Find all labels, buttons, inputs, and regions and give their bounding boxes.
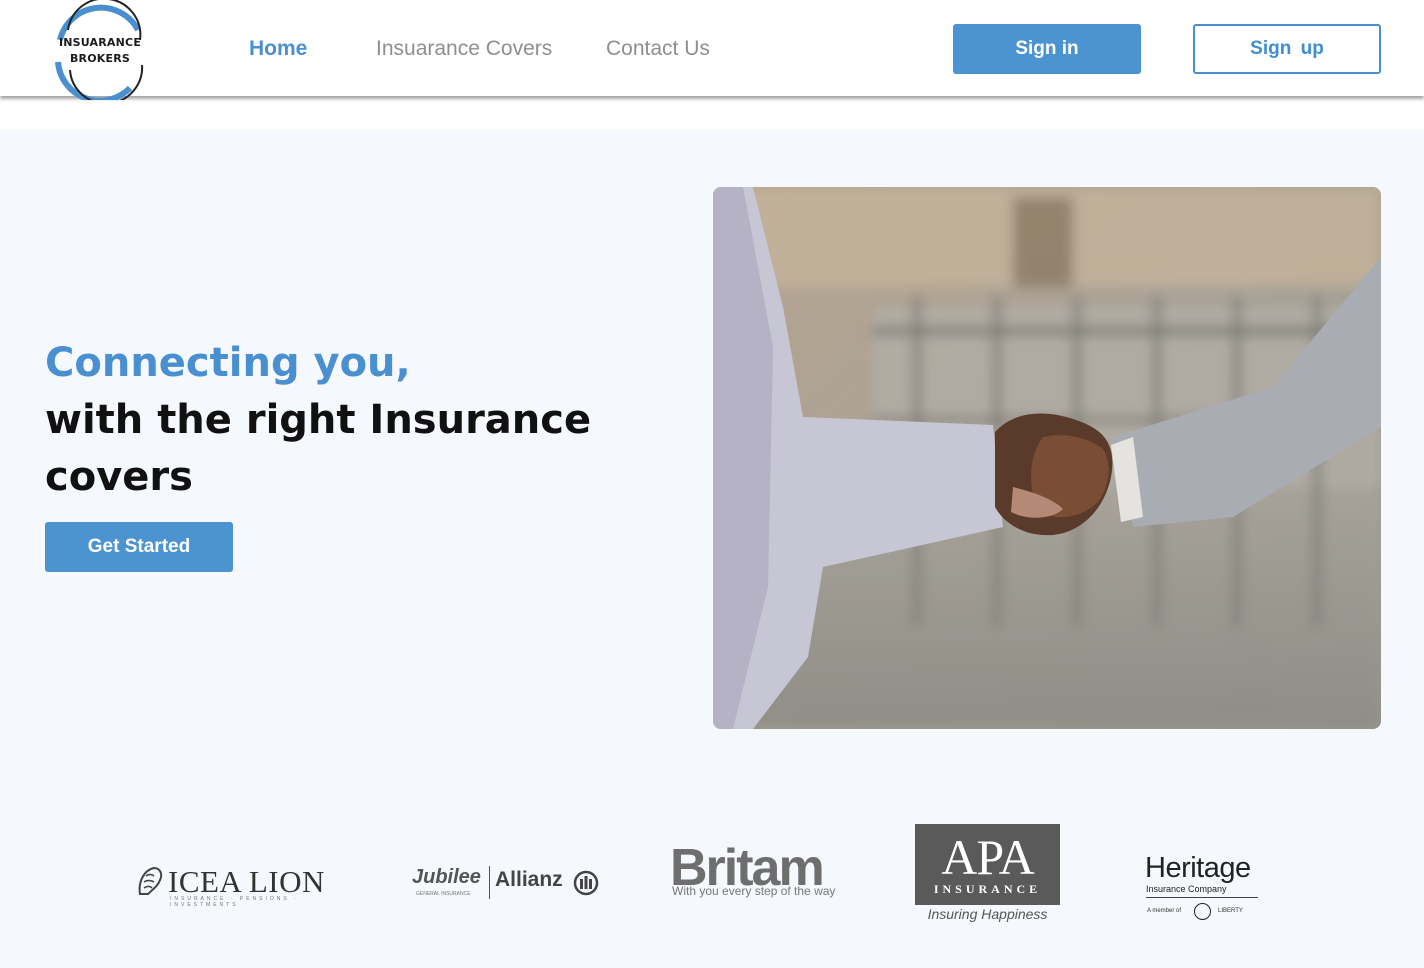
handshake-photo xyxy=(713,187,1381,729)
brand-name-line2: BROKERS xyxy=(69,52,131,65)
jubilee-subtitle: GENERAL INSURANCE xyxy=(416,891,471,897)
nav-home-link[interactable]: Home xyxy=(249,37,307,61)
sign-up-button[interactable]: Sign up xyxy=(1193,24,1381,74)
heritage-wordmark: Heritage xyxy=(1145,852,1251,884)
heritage-parent: LIBERTY xyxy=(1218,908,1243,914)
partner-logo-heritage[interactable]: Heritage Insurance Company A member of L… xyxy=(1145,852,1275,922)
partner-logo-apa[interactable]: APA INSURANCE Insuring Happiness xyxy=(915,824,1060,924)
partner-logo-icea[interactable]: ICEA LION INSURANCE · PENSIONS · INVESTM… xyxy=(136,860,336,908)
apa-tagline: Insuring Happiness xyxy=(927,906,1048,922)
logo-divider xyxy=(489,866,490,899)
lion-icon xyxy=(138,866,163,895)
hero-headline-line2: with the right Insurance xyxy=(45,397,592,443)
britam-tagline: With you every step of the way xyxy=(672,884,836,898)
liberty-icon xyxy=(1194,903,1211,920)
partner-logo-jubilee-allianz[interactable]: Jubilee GENERAL INSURANCE Allianz xyxy=(412,862,602,906)
jubilee-wordmark: Jubilee xyxy=(412,866,481,888)
hero-headline-line3: covers xyxy=(45,454,193,500)
hero-headline-accent: Connecting you, xyxy=(45,340,411,386)
icea-tagline: INSURANCE · PENSIONS · INVESTMENTS xyxy=(170,896,299,908)
allianz-wordmark: Allianz xyxy=(495,868,563,891)
hero-headline: Connecting you, with the right Insurance… xyxy=(45,335,591,506)
brand-name-line1: INSUARANCE xyxy=(58,36,142,49)
heritage-rule xyxy=(1146,897,1258,898)
logo-ring-icon xyxy=(55,0,144,100)
site-header: INSUARANCE BROKERS Home Insuarance Cover… xyxy=(0,0,1424,100)
apa-wordmark: APA xyxy=(941,829,1034,885)
partner-logo-britam[interactable]: Britam With you every step of the way xyxy=(670,838,850,902)
nav-covers-link[interactable]: Insuarance Covers xyxy=(376,37,552,61)
heritage-member-text: A member of xyxy=(1147,908,1182,914)
nav-contact-link[interactable]: Contact Us xyxy=(606,37,710,61)
heritage-subtitle: Insurance Company xyxy=(1146,884,1227,894)
brand-logo[interactable]: INSUARANCE BROKERS xyxy=(50,0,150,100)
apa-subtitle: INSURANCE xyxy=(933,882,1042,896)
allianz-icon xyxy=(573,870,599,896)
handshake-photo-icon xyxy=(713,187,1381,729)
get-started-button[interactable]: Get Started xyxy=(45,522,233,572)
sign-in-button[interactable]: Sign in xyxy=(953,24,1141,74)
icea-wordmark: ICEA LION xyxy=(168,864,325,899)
